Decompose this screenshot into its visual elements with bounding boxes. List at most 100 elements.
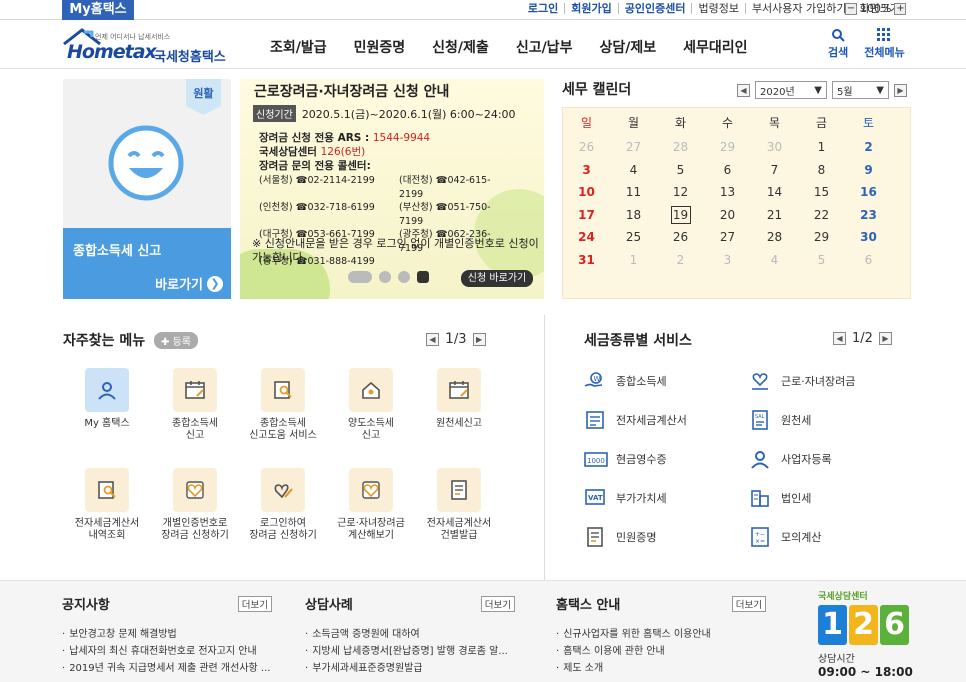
calendar-day[interactable]: 27 — [704, 230, 751, 244]
calendar-day[interactable]: 30 — [845, 230, 892, 244]
calendar-day[interactable]: 15 — [798, 185, 845, 199]
calendar-day[interactable]: 2 — [657, 253, 704, 267]
calendar-day[interactable]: 3 — [704, 253, 751, 267]
calendar-day[interactable]: 20 — [704, 208, 751, 222]
frequent-menu-item[interactable]: My 홈택스 — [63, 368, 151, 442]
tax-service-item[interactable]: 전자세금계산서 — [584, 410, 749, 430]
income-tax-promo[interactable]: 원활 종합소득세 신고 바로가기 ❯ — [63, 79, 231, 299]
list-item[interactable]: 소득금액 증명원에 대하여 — [305, 626, 515, 643]
tax-service-item[interactable]: SAL 원천세 — [749, 410, 909, 430]
calendar-day[interactable]: 17 — [563, 208, 610, 222]
calendar-day[interactable]: 1 — [610, 253, 657, 267]
calendar-day[interactable]: 10 — [563, 185, 610, 199]
search-button[interactable]: 검색 — [828, 28, 848, 60]
calendar-day[interactable]: 28 — [751, 230, 798, 244]
calendar-day[interactable]: 4 — [751, 253, 798, 267]
prev-page-icon[interactable]: ◀ — [426, 332, 439, 346]
tax-service-item[interactable]: 민원증명 — [584, 527, 749, 547]
calendar-day[interactable]: 27 — [610, 140, 657, 154]
calendar-day[interactable]: 29 — [798, 230, 845, 244]
calendar-day[interactable]: 18 — [610, 208, 657, 222]
dept-user-signup-link[interactable]: 부서사용자 가입하기 — [744, 3, 853, 14]
month-select[interactable]: 5월 ▼ — [832, 81, 889, 99]
calendar-day[interactable]: 6 — [704, 163, 751, 177]
signup-link[interactable]: 회원가입 — [564, 3, 617, 14]
calendar-day[interactable]: 29 — [704, 140, 751, 154]
list-item[interactable]: 홈택스 이용에 관한 안내 — [556, 643, 766, 660]
guide-more-button[interactable]: 더보기 — [731, 596, 766, 612]
tax-service-item[interactable]: VAT 부가가치세 — [584, 488, 749, 508]
tax-service-item[interactable]: 근로·자녀장려금 — [749, 371, 909, 391]
frequent-menu-item[interactable]: 개별인증번호로 장려금 신청하기 — [151, 468, 239, 542]
nav-filing[interactable]: 신고/납부 — [516, 37, 573, 57]
my-hometax-tab[interactable]: My홈택스 — [62, 0, 134, 20]
banner-dot-1[interactable] — [348, 271, 372, 283]
calendar-day[interactable]: 25 — [610, 230, 657, 244]
calendar-day[interactable]: 4 — [610, 163, 657, 177]
law-info-link[interactable]: 법령정보 — [691, 3, 744, 14]
calendar-day[interactable]: 8 — [798, 163, 845, 177]
calendar-day[interactable]: 14 — [751, 185, 798, 199]
calendar-day[interactable]: 13 — [704, 185, 751, 199]
calendar-day[interactable]: 28 — [657, 140, 704, 154]
calendar-day[interactable]: 26 — [657, 230, 704, 244]
nav-certificate[interactable]: 민원증명 — [354, 37, 406, 57]
tax-service-item[interactable]: 법인세 — [749, 488, 909, 508]
register-button[interactable]: ✚ 등록 — [154, 332, 198, 349]
calendar-day[interactable]: 16 — [845, 185, 892, 199]
zoom-out-button[interactable]: − — [845, 2, 857, 15]
prev-month-icon[interactable]: ◀ — [737, 83, 750, 97]
consult-more-button[interactable]: 더보기 — [480, 596, 515, 612]
calendar-day[interactable]: 30 — [751, 140, 798, 154]
list-item[interactable]: 보안경고창 문제 해결방법 — [62, 626, 272, 643]
tax-service-item[interactable]: W 종합소득세 — [584, 371, 749, 391]
calendar-day[interactable]: 9 — [845, 163, 892, 177]
banner-stop-icon[interactable] — [417, 271, 429, 283]
nav-application[interactable]: 신청/제출 — [432, 37, 489, 57]
incentive-banner[interactable]: 근로장려금·자녀장려금 신청 안내 신청기간 2020.5.1(금)~2020.6… — [240, 79, 544, 299]
calendar-day[interactable]: 22 — [798, 208, 845, 222]
calendar-day[interactable]: 5 — [798, 253, 845, 267]
frequent-menu-item[interactable]: 종합소득세 신고 — [151, 368, 239, 442]
calendar-today[interactable]: 19 — [657, 205, 704, 224]
calendar-day[interactable]: 3 — [563, 163, 610, 177]
frequent-menu-item[interactable]: 근로·자녀장려금 계산해보기 — [327, 468, 415, 542]
next-month-icon[interactable]: ▶ — [894, 83, 907, 97]
calendar-day[interactable]: 1 — [798, 140, 845, 154]
banner-dot-3[interactable] — [398, 271, 410, 283]
calendar-day[interactable]: 11 — [610, 185, 657, 199]
banner-apply-button[interactable]: 신청 바로가기 — [461, 270, 533, 287]
calendar-day[interactable]: 12 — [657, 185, 704, 199]
frequent-menu-item[interactable]: 전자세금계산서 내역조회 — [63, 468, 151, 542]
prev-page-icon[interactable]: ◀ — [833, 332, 846, 345]
nav-consultation[interactable]: 상담/제보 — [599, 37, 656, 57]
notice-more-button[interactable]: 더보기 — [237, 596, 272, 612]
year-select[interactable]: 2020년 ▼ — [755, 81, 827, 99]
frequent-menu-item[interactable]: 종합소득세 신고도움 서비스 — [239, 368, 327, 442]
calendar-day[interactable]: 24 — [563, 230, 610, 244]
frequent-menu-item[interactable]: 양도소득세 신고 — [327, 368, 415, 442]
calendar-day[interactable]: 31 — [563, 253, 610, 267]
tax-service-item[interactable]: 1000 현금영수증 — [584, 449, 749, 469]
tax-service-item[interactable]: +− ×= 모의계산 — [749, 527, 909, 547]
frequent-menu-item[interactable]: 원천세신고 — [415, 368, 503, 442]
next-page-icon[interactable]: ▶ — [878, 332, 892, 345]
frequent-menu-item[interactable]: 전자세금계산서 건별발급 — [415, 468, 503, 542]
calendar-day[interactable]: 21 — [751, 208, 798, 222]
calendar-day[interactable]: 5 — [657, 163, 704, 177]
promo-go-button[interactable]: 바로가기 ❯ — [155, 274, 223, 293]
login-link[interactable]: 로그인 — [522, 3, 564, 14]
cert-center-link[interactable]: 공인인증센터 — [617, 3, 692, 14]
zoom-in-button[interactable]: + — [894, 2, 907, 15]
calendar-day[interactable]: 7 — [751, 163, 798, 177]
list-item[interactable]: 지방세 납세증명서[완납증명] 발행 경로좀 알... — [305, 643, 515, 660]
list-item[interactable]: 2019년 귀속 지급명세서 제출 관련 개선사항 ... — [62, 660, 272, 677]
nav-tax-agent[interactable]: 세무대리인 — [683, 37, 747, 57]
calendar-day[interactable]: 23 — [845, 208, 892, 222]
calendar-day[interactable]: 6 — [845, 253, 892, 267]
list-item[interactable]: 부가세과세표준증명원발급 — [305, 660, 515, 677]
full-menu-button[interactable]: 전체메뉴 — [864, 28, 905, 60]
next-page-icon[interactable]: ▶ — [472, 332, 486, 346]
nav-inquiry[interactable]: 조회/발급 — [270, 37, 327, 57]
list-item[interactable]: 제도 소개 — [556, 660, 766, 677]
